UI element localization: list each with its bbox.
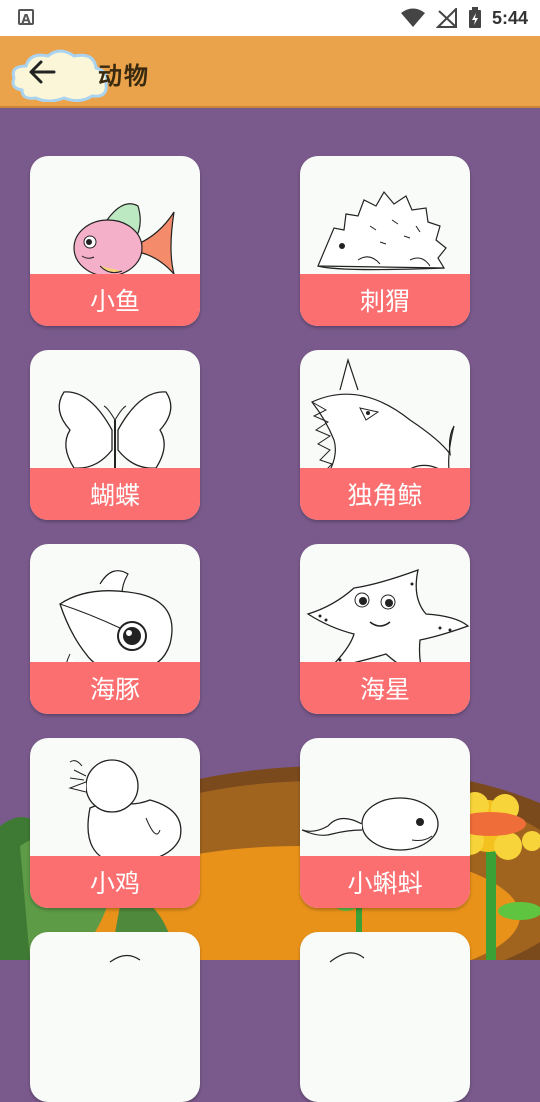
animal-card-dolphin[interactable]: 海豚 (30, 544, 200, 714)
animal-card-chick[interactable]: 小鸡 (30, 738, 200, 908)
back-arrow-icon[interactable] (26, 56, 58, 88)
animal-label: 独角鲸 (347, 481, 423, 510)
animal-grid: 小鱼 刺猬 蝴蝶 独角鲸 海豚 海星 小鸡 小蝌蚪 (0, 106, 540, 1102)
animal-card-partial[interactable] (30, 932, 200, 1102)
animal-card-butterfly[interactable]: 蝴蝶 (30, 350, 200, 520)
animal-card-hedgehog[interactable]: 刺猬 (300, 156, 470, 326)
animal-label: 小鱼 (89, 287, 140, 316)
page-title: 动物 (98, 62, 150, 90)
status-bar: A 5:44 (0, 0, 540, 36)
animal-label: 刺猬 (359, 287, 410, 316)
app-notification-icon: A (18, 9, 34, 26)
animal-label: 小蝌蚪 (347, 869, 423, 898)
animal-label: 海星 (359, 675, 410, 704)
animal-drawing-partial-icon (329, 952, 365, 963)
animal-card-fish[interactable]: 小鱼 (30, 156, 200, 326)
animal-label: 海豚 (89, 675, 140, 704)
status-icons: 5:44 (400, 0, 528, 36)
app-bar: 动物 (0, 36, 540, 108)
animal-drawing-partial-icon (109, 954, 141, 963)
cloud-decoration (11, 49, 109, 102)
animal-card-partial[interactable] (300, 932, 470, 1102)
animal-label: 小鸡 (89, 869, 140, 898)
battery-charging-icon (468, 7, 481, 28)
wifi-icon (400, 8, 425, 27)
animal-card-narwhal[interactable]: 独角鲸 (300, 350, 470, 520)
no-signal-icon (435, 8, 457, 28)
status-time: 5:44 (491, 7, 528, 28)
animal-card-tadpole[interactable]: 小蝌蚪 (300, 738, 470, 908)
animal-card-starfish[interactable]: 海星 (300, 544, 470, 714)
animal-label: 蝴蝶 (89, 481, 140, 510)
